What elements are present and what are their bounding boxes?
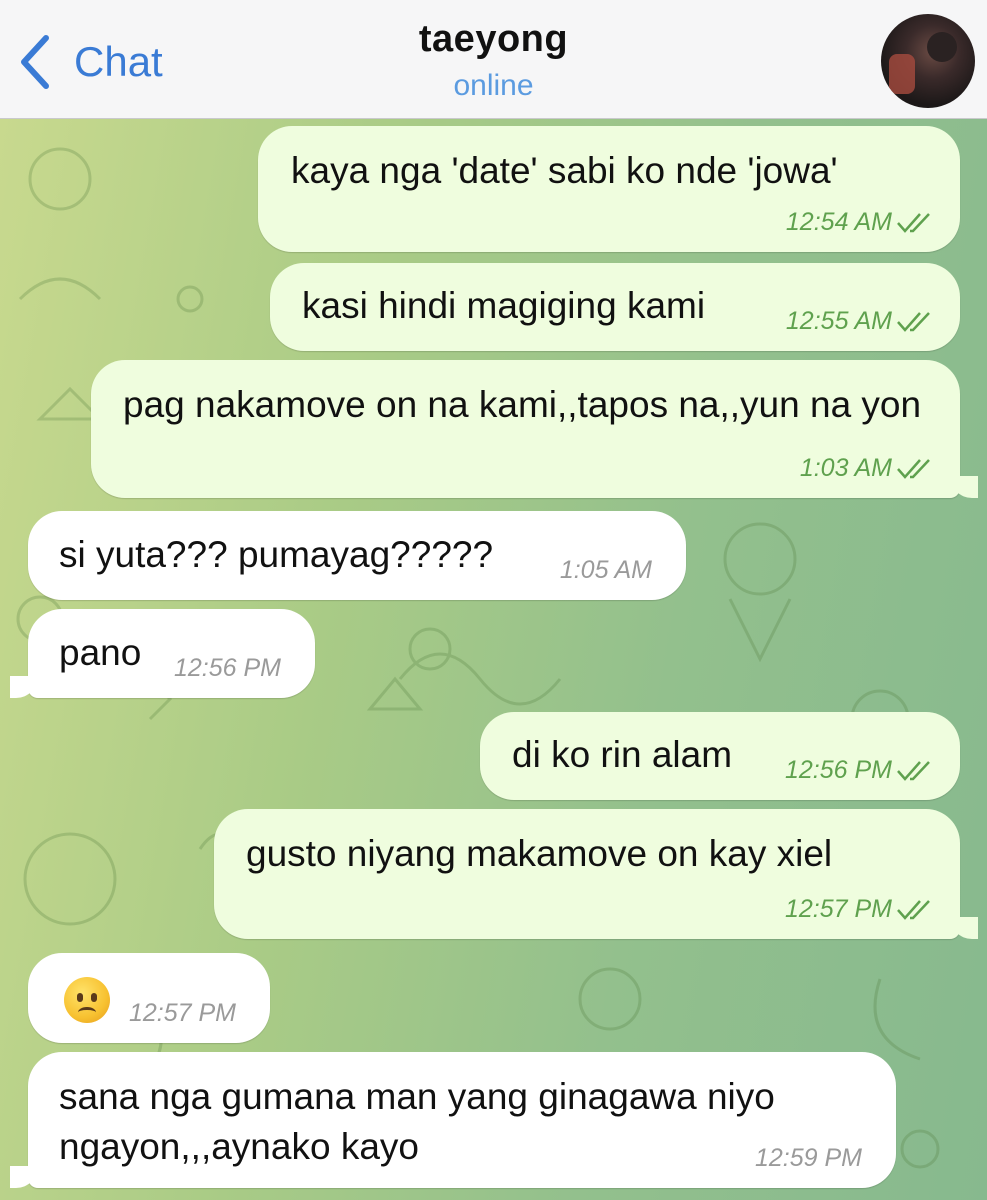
message-time: 12:56 PM (173, 654, 281, 682)
message-bubble-outgoing[interactable]: pag nakamove on na kami,,tapos na,,yun n… (91, 360, 960, 498)
message-text: gusto niyang makamove on kay xiel (246, 833, 833, 874)
message-bubble-outgoing[interactable]: kaya nga 'date' sabi ko nde 'jowa' 12:54… (258, 126, 960, 252)
message-list[interactable]: kaya nga 'date' sabi ko nde 'jowa' 12:54… (0, 119, 987, 1200)
message-time: 12:57 PM (785, 895, 936, 923)
double-check-icon (897, 761, 930, 782)
contact-info[interactable]: taeyong online (0, 18, 987, 103)
double-check-icon (897, 312, 930, 333)
message-text: di ko rin alam (512, 734, 733, 775)
double-check-icon (897, 459, 930, 480)
message-text: pag nakamove on na kami,,tapos na,,yun n… (123, 384, 922, 425)
message-text: kasi hindi magiging kami (302, 285, 706, 326)
message-time: 12:59 PM (754, 1144, 862, 1172)
message-time: 12:54 AM (786, 208, 936, 236)
contact-name: taeyong (418, 18, 569, 60)
avatar[interactable] (881, 14, 975, 108)
double-check-icon (897, 213, 930, 234)
message-time: 12:57 PM (128, 999, 236, 1027)
message-text: pano (59, 632, 142, 673)
message-bubble-incoming[interactable]: 12:57 PM (28, 953, 270, 1043)
message-text: si yuta??? pumayag????? (59, 534, 494, 575)
message-bubble-outgoing[interactable]: kasi hindi magiging kami 12:55 AM (270, 263, 960, 351)
message-bubble-incoming[interactable]: sana nga gumana man yang ginagawa niyo n… (28, 1052, 896, 1188)
message-text: sana nga gumana man yang ginagawa niyo n… (59, 1076, 775, 1167)
chat-header: Chat taeyong online (0, 0, 987, 119)
message-text: kaya nga 'date' sabi ko nde 'jowa' (291, 150, 838, 191)
message-bubble-outgoing[interactable]: di ko rin alam 12:56 PM (480, 712, 960, 800)
message-bubble-incoming[interactable]: pano 12:56 PM (28, 609, 315, 698)
message-bubble-incoming[interactable]: si yuta??? pumayag????? 1:05 AM (28, 511, 686, 600)
message-time: 1:05 AM (559, 556, 652, 584)
message-time: 1:03 AM (800, 454, 936, 482)
message-time: 12:56 PM (785, 756, 936, 784)
message-bubble-outgoing[interactable]: gusto niyang makamove on kay xiel 12:57 … (214, 809, 960, 939)
double-check-icon (897, 900, 930, 921)
contact-status: online (453, 69, 534, 102)
message-time: 12:55 AM (786, 307, 936, 335)
worried-face-emoji (64, 977, 110, 1023)
